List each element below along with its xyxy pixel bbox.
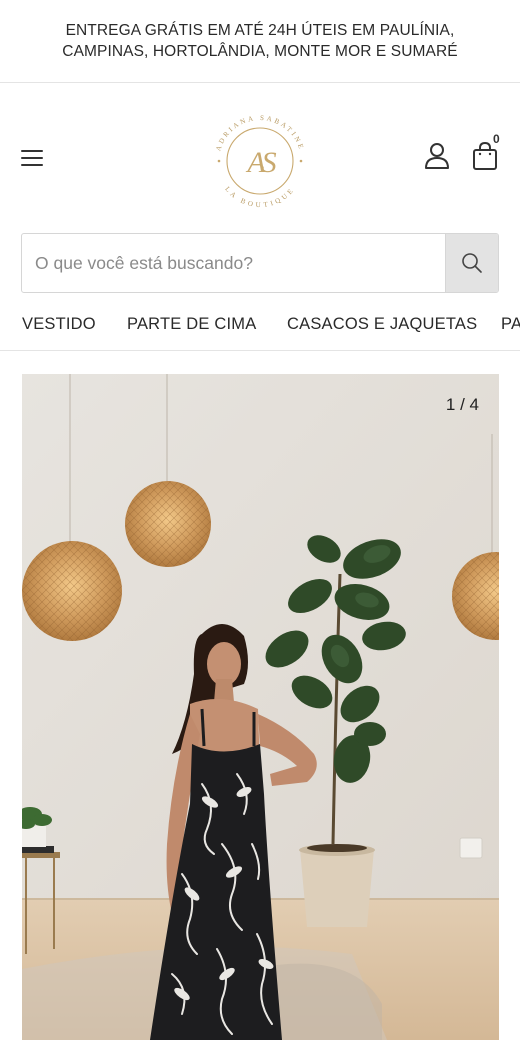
product-gallery[interactable]: 1 / 4: [22, 374, 499, 1040]
hamburger-menu-icon[interactable]: [20, 147, 46, 169]
gallery-counter: 1 / 4: [445, 395, 479, 414]
announcement-line-2: CAMPINAS, HORTOLÂNDIA, MONTE MOR E SUMAR…: [62, 43, 458, 60]
nav-item-vestido[interactable]: VESTIDO: [22, 315, 96, 334]
nav-item-casacos-e-jaquetas[interactable]: CASACOS E JAQUETAS: [287, 315, 477, 334]
search-bar: [21, 233, 499, 293]
search-button[interactable]: [445, 234, 498, 292]
svg-text:LA BOUTIQUE: LA BOUTIQUE: [223, 185, 296, 209]
brand-logo[interactable]: ADRIANA SABATINE LA BOUTIQUE AS: [205, 106, 315, 216]
site-header: ADRIANA SABATINE LA BOUTIQUE AS 0: [0, 84, 520, 232]
user-icon[interactable]: [424, 142, 450, 170]
search-input[interactable]: [22, 234, 446, 292]
product-photo: [22, 374, 499, 1040]
announcement-line-1: ENTREGA GRÁTIS EM ATÉ 24H ÚTEIS EM PAULÍ…: [65, 22, 455, 39]
logo-monogram: AS: [245, 146, 276, 179]
category-nav: VESTIDO PARTE DE CIMA CASACOS E JAQUETAS…: [0, 300, 520, 351]
logo-arc-bottom: LA BOUTIQUE: [223, 185, 293, 209]
nav-item-parte-de-cima[interactable]: PARTE DE CIMA: [127, 315, 256, 334]
announcement-bar: ENTREGA GRÁTIS EM ATÉ 24H ÚTEIS EM PAULÍ…: [0, 0, 520, 83]
cart-count-badge: 0: [493, 132, 500, 146]
nav-item-partial[interactable]: PA: [501, 315, 520, 334]
search-icon: [462, 253, 482, 273]
